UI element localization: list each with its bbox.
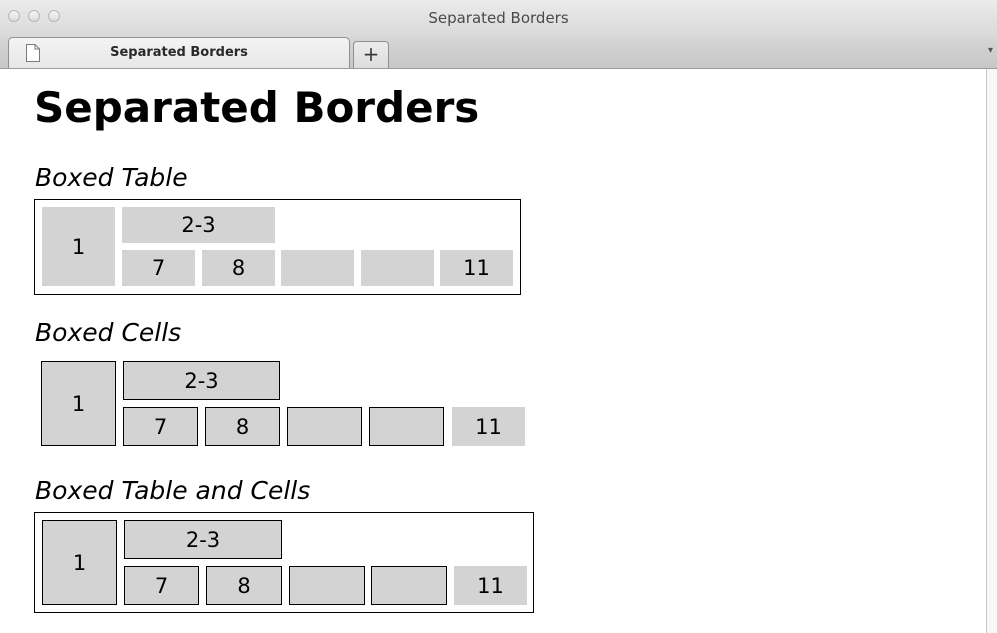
table-cell-2-3: 2-3 [122,207,275,243]
table-cell-1: 1 [41,361,116,446]
boxed-table-and-cells: 1 2-3 7 8 11 [34,512,534,613]
table-cell-1: 1 [42,207,115,286]
table-cell-7: 7 [124,566,199,605]
vertical-scrollbar[interactable] [987,69,997,633]
boxed-table: 1 2-3 7 8 11 [34,199,521,295]
table-cell-1: 1 [42,520,117,605]
table-cell-9 [289,566,365,605]
table-cell-9 [281,250,354,286]
tab-strip: Separated Borders + ▾ [0,37,997,69]
table-cell-2-3: 2-3 [123,361,280,400]
table-cell-9 [287,407,362,446]
section-title-boxed-table-and-cells: Boxed Table and Cells [35,476,311,505]
table-cell-10 [371,566,447,605]
table-cell-8: 8 [202,250,275,286]
tab-label: Separated Borders [110,45,248,60]
table-cell-2-3: 2-3 [124,520,282,559]
title-bar: Separated Borders [0,0,997,38]
section-title-boxed-cells: Boxed Cells [35,318,182,347]
table-cell-7: 7 [123,407,198,446]
table-cell-11: 11 [454,566,527,605]
table-cell-10 [369,407,444,446]
new-tab-button[interactable]: + [353,41,389,68]
section-title-boxed-table: Boxed Table [35,163,188,192]
table-cell-11: 11 [440,250,513,286]
table-cell-7: 7 [122,250,195,286]
table-cell-8: 8 [206,566,282,605]
browser-window: Separated Borders Separated Borders + ▾ … [0,0,997,633]
boxed-cells-table: 1 2-3 7 8 11 [34,354,531,454]
tab-overflow-menu-icon[interactable]: ▾ [988,45,993,56]
window-title: Separated Borders [428,9,569,27]
table-cell-11: 11 [452,407,525,446]
page-title: Separated Borders [34,83,480,132]
tab-separated-borders[interactable]: Separated Borders [8,37,350,68]
table-cell-8: 8 [205,407,280,446]
table-cell-10 [361,250,434,286]
